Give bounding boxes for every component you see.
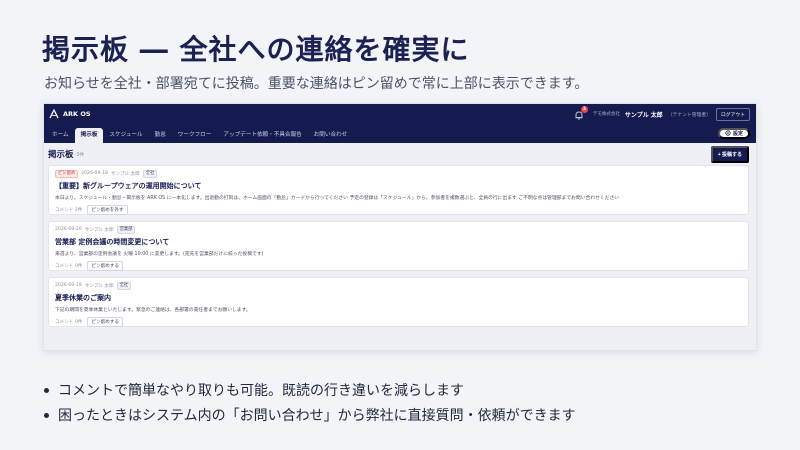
slide-subtitle: お知らせを全社・部署宛てに投稿。重要な連絡はピン留めで常に上部に表示できます。 (44, 76, 589, 92)
user-role: （テナント管理者） (667, 112, 711, 118)
post-date: 2026-09-19 (55, 283, 82, 288)
notification-badge: 3 (580, 106, 588, 113)
post-body: 来週より、営業部の定例会議を 火曜 10:00 に変更します。(宛先を営業部だけ… (55, 252, 264, 257)
settings-button[interactable]: 設定 (717, 128, 750, 139)
feature-bullet-text: 困ったときはシステム内の「お問い合わせ」から弊社に直接質問・依頼ができます (58, 407, 576, 424)
post-author: サンプル 太郎 (84, 227, 114, 233)
post-actions: コメント 0件 ピン留めする (55, 317, 742, 327)
notification-button[interactable]: 3 (574, 106, 588, 120)
audience-badge: 営業部 (116, 225, 136, 234)
app-logo[interactable]: ARK OS (49, 109, 91, 119)
tab-contact[interactable]: お問い合わせ (308, 128, 354, 143)
post-title[interactable]: 【重要】新グループウェアの運用開始について (55, 181, 742, 191)
post-author: サンプル 太郎 (84, 283, 114, 289)
feature-bullets: コメントで簡単なやり取りも可能。既読の行き違いを減らします 困ったときはシステム… (44, 378, 576, 428)
comment-link[interactable]: コメント 2件 (55, 207, 82, 213)
board-header: 掲示板 3件 + 投稿する (44, 143, 756, 165)
new-post-button[interactable]: + 投稿する (710, 145, 749, 163)
board-count: 3件 (76, 152, 85, 158)
comment-link[interactable]: コメント 0件 (55, 263, 82, 269)
tab-attendance[interactable]: 勤怠 (149, 128, 172, 143)
post-title[interactable]: 営業部 定例会議の時間変更について (55, 237, 742, 247)
post-card[interactable]: ピン留め 2026-09-18 サンプル 太郎 全社 【重要】新グループウェアの… (48, 165, 749, 215)
gear-icon (725, 129, 731, 138)
tab-board[interactable]: 掲示板 (74, 128, 104, 143)
audience-badge: 全社 (142, 169, 158, 178)
board-title: 掲示板 (48, 150, 74, 160)
logo-mark-icon (49, 109, 59, 119)
logo-text: ARK OS (63, 110, 91, 118)
feature-bullet: コメントで簡単なやり取りも可能。既読の行き違いを減らします (44, 378, 576, 403)
post-author: サンプル 太郎 (110, 171, 140, 177)
post-actions: コメント 0件 ピン留めする (55, 261, 742, 271)
tab-workflow[interactable]: ワークフロー (172, 128, 218, 143)
post-date: 2026-09-18 (81, 171, 108, 176)
post-meta: 2026-09-19 サンプル 太郎 全社 (55, 281, 742, 290)
tab-update-request[interactable]: アップデート依頼・不具合報告 (217, 128, 307, 143)
post-card[interactable]: 2026-09-19 サンプル 太郎 全社 夏季休業のご案内 下記の期間を夏季休… (48, 277, 749, 327)
post-body: 本日より、スケジュール・勤怠・掲示板を ARK OS に一本化します。出退勤の打… (55, 196, 620, 201)
post-title[interactable]: 夏季休業のご案内 (55, 293, 742, 303)
user-name: サンプル 太郎 (624, 111, 663, 119)
post-card[interactable]: 2026-09-20 サンプル 太郎 営業部 営業部 定例会議の時間変更について… (48, 221, 749, 271)
post-date: 2026-09-20 (55, 227, 82, 232)
tab-schedule[interactable]: スケジュール (103, 128, 148, 143)
pin-button[interactable]: ピン留めする (87, 261, 123, 271)
post-body: 下記の期間を夏季休業といたします。緊急のご連絡は、各部署の責任者までお願いします… (55, 308, 251, 313)
audience-badge: 全社 (116, 281, 132, 290)
pin-badge: ピン留め (55, 169, 79, 178)
post-meta: 2026-09-20 サンプル 太郎 営業部 (55, 225, 742, 234)
logout-button[interactable]: ログアウト (716, 107, 750, 121)
feature-bullet-text: コメントで簡単なやり取りも可能。既読の行き違いを減らします (58, 382, 464, 399)
post-meta: ピン留め 2026-09-18 サンプル 太郎 全社 (55, 169, 742, 178)
nav-tabs: ホーム 掲示板 スケジュール 勤怠 ワークフロー アップデート依頼・不具合報告 … (44, 124, 756, 143)
company-name: デモ株式会社 (592, 112, 620, 117)
tab-home[interactable]: ホーム (46, 128, 75, 143)
feature-bullet: 困ったときはシステム内の「お問い合わせ」から弊社に直接質問・依頼ができます (44, 403, 576, 428)
app-topbar: ARK OS 3 デモ株式会社 サンプル 太郎 （テナント管理者） ログアウト (44, 104, 756, 124)
post-list: ピン留め 2026-09-18 サンプル 太郎 全社 【重要】新グループウェアの… (44, 165, 756, 327)
app-window: ARK OS 3 デモ株式会社 サンプル 太郎 （テナント管理者） ログアウト … (43, 103, 757, 351)
bullet-dot-icon (44, 413, 49, 418)
slide-title: 掲示板 ― 全社への連絡を確実に (42, 33, 470, 66)
comment-link[interactable]: コメント 0件 (55, 319, 82, 325)
unpin-button[interactable]: ピン留めを外す (87, 205, 128, 215)
post-actions: コメント 2件 ピン留めを外す (55, 205, 742, 215)
settings-label: 設定 (732, 131, 743, 137)
bullet-dot-icon (44, 388, 49, 393)
pin-button[interactable]: ピン留めする (87, 317, 123, 327)
